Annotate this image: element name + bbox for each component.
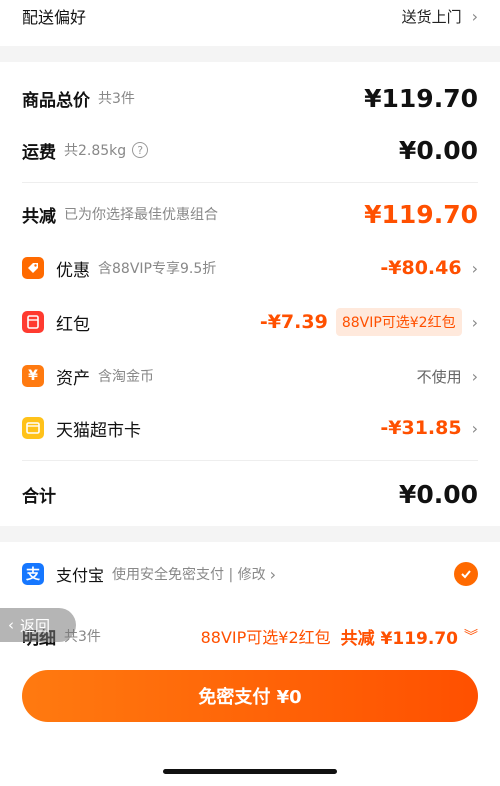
chevron-right-icon: › — [471, 258, 478, 278]
chevron-right-icon: › — [269, 564, 277, 584]
payment-desc[interactable]: 使用安全免密支付 | 修改 — [112, 564, 266, 584]
coupon-sub: 含88VIP专享9.5折 — [98, 261, 217, 277]
yen-asset-icon: ¥ — [22, 365, 44, 387]
red-packet-icon — [22, 311, 44, 333]
pay-button[interactable]: 免密支付 ¥0 — [22, 670, 478, 722]
chevron-right-icon: › — [471, 366, 478, 386]
checkmark-icon[interactable] — [454, 562, 478, 586]
chevron-right-icon: › — [471, 6, 478, 26]
shipping-row: 运费 共2.85kg ? ¥0.00 — [22, 130, 478, 170]
card-icon — [22, 417, 44, 439]
discount-row-supermarket-card[interactable]: 天猫超市卡 -¥31.85 › — [22, 408, 478, 448]
reduce-total: 共减 ¥119.70 — [340, 628, 458, 649]
payment-method-row[interactable]: 支 支付宝 使用安全免密支付 | 修改 › — [22, 554, 478, 594]
supermarket-card-amount: -¥31.85 — [380, 417, 462, 439]
discount-row-asset[interactable]: ¥ 资产 含淘金币 不使用 › — [22, 356, 478, 396]
chevron-right-icon: › — [471, 312, 478, 332]
discount-row-coupon[interactable]: 优惠 含88VIP专享9.5折 -¥80.46 › — [22, 248, 478, 288]
asset-value: 不使用 — [416, 367, 462, 386]
payment-card: 支 支付宝 使用安全免密支付 | 修改 › 明细 共3件 88VIP可选¥2红包… — [0, 542, 500, 786]
asset-label: 资产 — [56, 368, 90, 389]
chevron-right-icon: › — [471, 418, 478, 438]
total-label: 合计 — [22, 486, 56, 507]
reduce-amount: ¥119.70 — [364, 199, 478, 229]
coupon-label: 优惠 — [56, 260, 90, 281]
vip-red-packet-badge[interactable]: 88VIP可选¥2红包 — [335, 308, 462, 336]
shipping-amount: ¥0.00 — [398, 135, 478, 165]
reduce-row: 共减 已为你选择最佳优惠组合 ¥119.70 — [22, 194, 478, 234]
total-amount: ¥0.00 — [398, 479, 478, 509]
order-summary-card: 商品总价 共3件 ¥119.70 运费 共2.85kg ? ¥0.00 共减 已… — [0, 62, 500, 526]
back-button[interactable]: ‹ 返回 — [0, 608, 76, 642]
chevron-left-icon: ‹ — [8, 616, 14, 634]
tag-icon — [22, 257, 44, 279]
reduce-label: 共减 — [22, 206, 56, 227]
delivery-row[interactable]: 配送偏好 送货上门 › — [22, 0, 478, 36]
shipping-label: 运费 — [22, 142, 56, 163]
goods-total-row: 商品总价 共3件 ¥119.70 — [22, 78, 478, 118]
goods-total-label: 商品总价 — [22, 90, 90, 111]
discount-row-red-packet[interactable]: 红包 -¥7.39 88VIP可选¥2红包 › — [22, 302, 478, 342]
vip-hint: 88VIP可选¥2红包 — [200, 628, 331, 647]
help-circle-icon[interactable]: ? — [132, 142, 149, 158]
home-indicator — [163, 769, 337, 774]
goods-total-amount: ¥119.70 — [364, 83, 478, 113]
delivery-label: 配送偏好 — [22, 8, 87, 27]
detail-row[interactable]: 明细 共3件 88VIP可选¥2红包 共减 ¥119.70 ︾ — [22, 616, 478, 656]
payment-method-label: 支付宝 — [56, 566, 105, 585]
asset-sub: 含淘金币 — [98, 369, 154, 385]
alipay-icon: 支 — [22, 563, 44, 585]
delivery-card: 配送偏好 送货上门 › — [0, 0, 500, 46]
red-packet-label: 红包 — [56, 314, 90, 335]
coupon-amount: -¥80.46 — [380, 257, 462, 279]
red-packet-amount: -¥7.39 — [259, 311, 328, 333]
delivery-value: 送货上门 — [401, 7, 462, 26]
double-chevron-down-icon[interactable]: ︾ — [464, 626, 478, 646]
reduce-sub: 已为你选择最佳优惠组合 — [64, 207, 218, 223]
divider — [22, 460, 478, 461]
total-row: 合计 ¥0.00 — [22, 474, 478, 514]
shipping-weight: 共2.85kg — [64, 143, 127, 159]
supermarket-card-label: 天猫超市卡 — [56, 420, 141, 441]
back-label: 返回 — [20, 616, 51, 635]
divider — [22, 182, 478, 183]
goods-count: 共3件 — [98, 91, 135, 107]
